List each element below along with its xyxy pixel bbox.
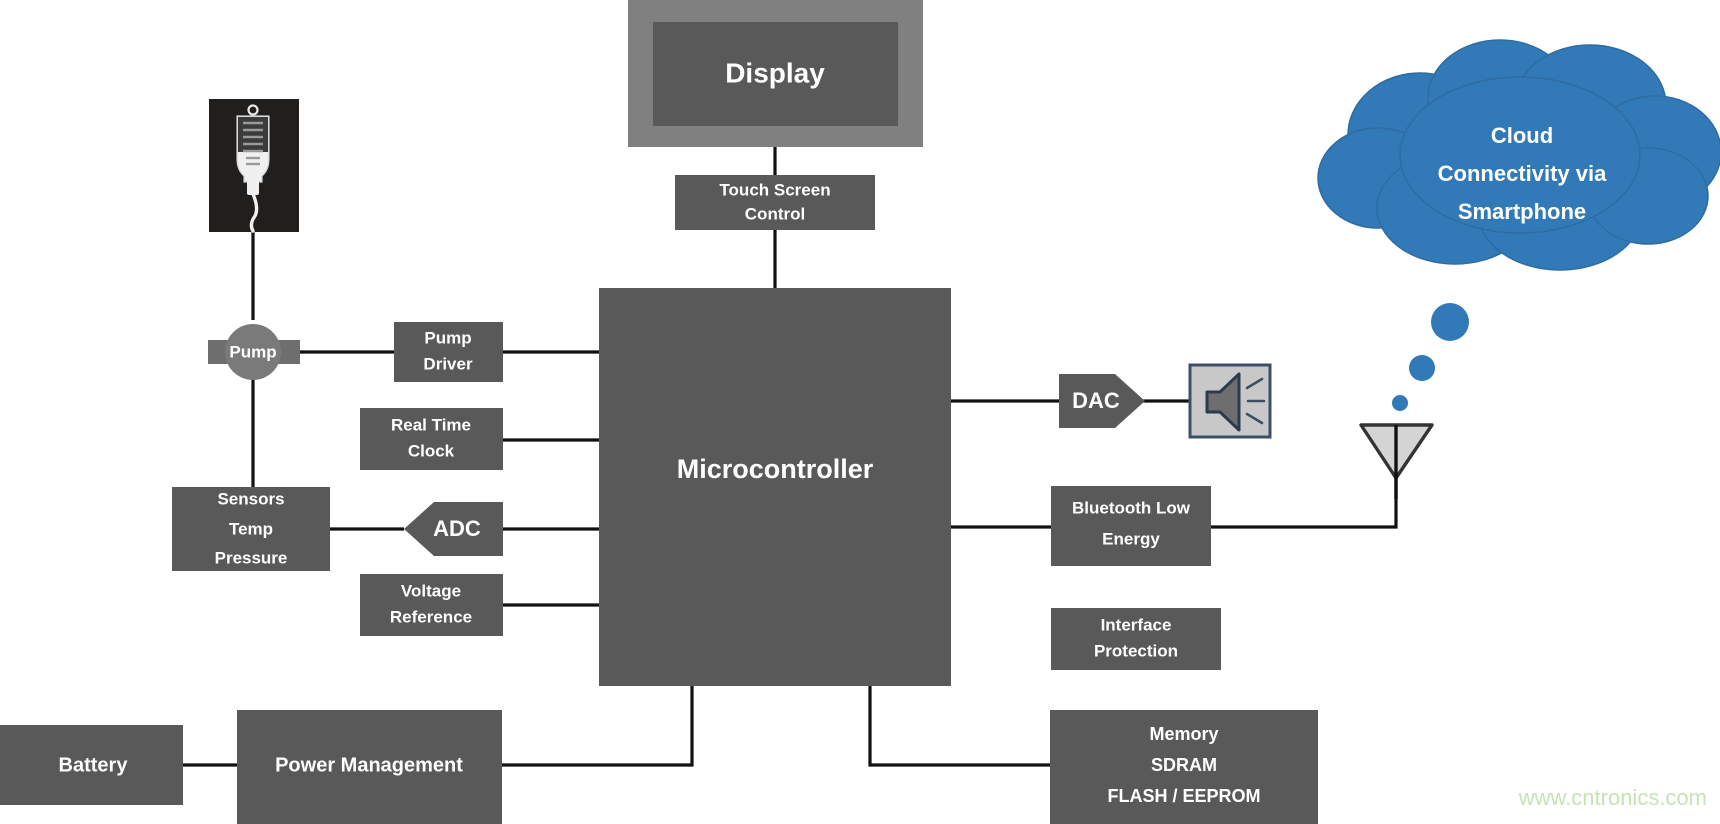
watermark-text: www.cntronics.com bbox=[1518, 785, 1707, 810]
real-time-clock-label-line2: Clock bbox=[408, 441, 455, 460]
real-time-clock-label-line1: Real Time bbox=[391, 415, 471, 434]
real-time-clock-block[interactable]: Real Time Clock bbox=[360, 408, 503, 470]
memory-block[interactable]: Memory SDRAM FLASH / EEPROM bbox=[1050, 710, 1318, 824]
microcontroller-block[interactable]: Microcontroller bbox=[599, 288, 951, 686]
power-management-block[interactable]: Power Management bbox=[237, 710, 502, 824]
pump-label: Pump bbox=[229, 342, 276, 361]
microcontroller-label: Microcontroller bbox=[677, 454, 874, 484]
voltage-reference-label-line2: Reference bbox=[390, 607, 472, 626]
adc-label: ADC bbox=[433, 516, 481, 541]
pump-driver-label-line1: Pump bbox=[424, 328, 471, 347]
block-diagram-canvas: Display Touch Screen Control Microcontro… bbox=[0, 0, 1720, 824]
interface-protection-label-line1: Interface bbox=[1101, 615, 1172, 634]
cloud-label-line1: Cloud bbox=[1491, 123, 1553, 148]
adc-block[interactable]: ADC bbox=[404, 502, 503, 556]
memory-label-line3: FLASH / EEPROM bbox=[1107, 786, 1260, 806]
memory-label-line2: SDRAM bbox=[1151, 755, 1217, 775]
cloud-block[interactable]: Cloud Connectivity via Smartphone bbox=[1317, 39, 1720, 271]
block-diagram-svg: Display Touch Screen Control Microcontro… bbox=[0, 0, 1720, 824]
wire-mcu-to-power-management bbox=[502, 686, 694, 767]
dac-block[interactable]: DAC bbox=[1059, 374, 1145, 428]
dac-label: DAC bbox=[1072, 388, 1120, 413]
cloud-label-line2: Connectivity via bbox=[1438, 161, 1607, 186]
sensors-label-line1: Sensors bbox=[217, 489, 284, 508]
sensors-block[interactable]: Sensors Temp Pressure bbox=[172, 487, 330, 571]
touch-screen-control-label-line2: Control bbox=[745, 204, 805, 223]
sensors-label-line3: Pressure bbox=[215, 548, 288, 567]
cloud-shape bbox=[1317, 39, 1720, 271]
pump-block[interactable]: Pump bbox=[208, 324, 300, 380]
power-management-label: Power Management bbox=[275, 754, 463, 776]
speaker-icon bbox=[1188, 363, 1272, 439]
cloud-label-line3: Smartphone bbox=[1458, 199, 1586, 224]
wireless-signal-bubbles-icon bbox=[1392, 303, 1469, 411]
interface-protection-label-line2: Protection bbox=[1094, 641, 1178, 660]
iv-bag-graduation-marks bbox=[243, 121, 263, 166]
touch-screen-control-block[interactable]: Touch Screen Control bbox=[675, 175, 875, 230]
signal-bubble-small bbox=[1392, 395, 1408, 411]
battery-label: Battery bbox=[59, 754, 129, 776]
interface-protection-block[interactable]: Interface Protection bbox=[1051, 608, 1221, 670]
pump-driver-block[interactable]: Pump Driver bbox=[394, 322, 503, 382]
microcontroller-rect bbox=[599, 288, 951, 686]
bluetooth-low-energy-label-line2: Energy bbox=[1102, 529, 1160, 548]
display-label: Display bbox=[725, 57, 825, 88]
signal-bubble-large bbox=[1431, 303, 1469, 341]
memory-label-line1: Memory bbox=[1149, 724, 1218, 744]
iv-bag-icon bbox=[209, 99, 299, 233]
wire-ble-to-antenna bbox=[1211, 478, 1398, 529]
sensors-label-line2: Temp bbox=[229, 519, 273, 538]
display-block[interactable]: Display bbox=[628, 0, 923, 147]
signal-bubble-medium bbox=[1409, 355, 1435, 381]
bluetooth-low-energy-block[interactable]: Bluetooth Low Energy bbox=[1051, 486, 1211, 566]
bluetooth-low-energy-label-line1: Bluetooth Low bbox=[1072, 498, 1191, 517]
touch-screen-control-label-line1: Touch Screen bbox=[719, 180, 830, 199]
antenna-icon bbox=[1359, 423, 1434, 499]
battery-block[interactable]: Battery bbox=[0, 725, 183, 805]
pump-driver-label-line2: Driver bbox=[423, 354, 473, 373]
voltage-reference-block[interactable]: Voltage Reference bbox=[360, 574, 503, 636]
wire-mcu-to-memory bbox=[868, 686, 1050, 767]
voltage-reference-label-line1: Voltage bbox=[401, 581, 461, 600]
